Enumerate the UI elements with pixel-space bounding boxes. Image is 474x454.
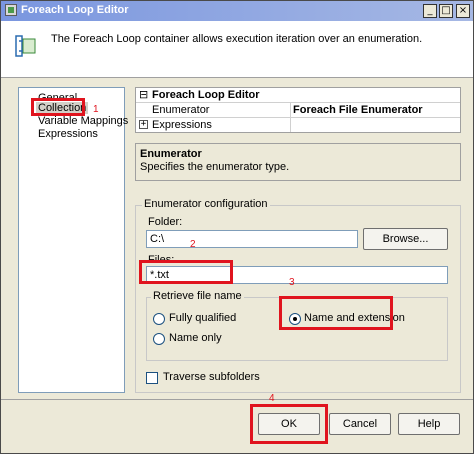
name-only-radio[interactable] xyxy=(153,333,165,345)
grid-section-header[interactable]: ⊟ Foreach Loop Editor xyxy=(136,88,460,102)
nav-item-variable-mappings[interactable]: Variable Mappings xyxy=(38,115,128,127)
foreach-loop-icon xyxy=(15,35,36,57)
traverse-subfolders-checkbox[interactable] xyxy=(146,372,158,384)
enumerator-property-value[interactable]: Foreach File Enumerator xyxy=(293,104,423,116)
page-nav-list: General Collection Variable Mappings Exp… xyxy=(18,87,128,393)
button-bar-divider xyxy=(1,399,473,400)
grid-row-expressions[interactable]: + Expressions xyxy=(136,118,460,132)
annotation-box-ok xyxy=(250,404,328,444)
expand-icon[interactable]: + xyxy=(139,120,148,129)
property-grid: ⊟ Foreach Loop Editor Enumerator Foreach… xyxy=(135,87,461,133)
expressions-property-label: Expressions xyxy=(152,119,212,131)
header-band: The Foreach Loop container allows execut… xyxy=(1,21,473,78)
annotation-box-name-and-extension xyxy=(279,296,393,330)
help-button[interactable]: Help xyxy=(398,413,460,435)
foreach-loop-editor-window: Foreach Loop Editor _ □ × The Foreach Lo… xyxy=(0,0,474,454)
collapse-icon[interactable]: ⊟ xyxy=(139,88,148,101)
window-title: Foreach Loop Editor xyxy=(21,4,129,16)
header-description: The Foreach Loop container allows execut… xyxy=(51,33,423,45)
close-button[interactable]: × xyxy=(456,4,470,18)
minimize-button[interactable]: _ xyxy=(423,4,437,18)
annotation-number-1: 1 xyxy=(93,104,99,115)
grid-row-enumerator[interactable]: Enumerator Foreach File Enumerator xyxy=(136,103,460,117)
description-title: Enumerator xyxy=(140,148,202,160)
annotation-box-collection xyxy=(31,98,85,116)
annotation-number-2: 2 xyxy=(190,239,196,250)
fully-qualified-radio[interactable] xyxy=(153,313,165,325)
traverse-subfolders-label[interactable]: Traverse subfolders xyxy=(163,371,260,383)
name-only-label[interactable]: Name only xyxy=(169,332,222,344)
content-pane: ⊟ Foreach Loop Editor Enumerator Foreach… xyxy=(135,87,461,393)
description-text: Specifies the enumerator type. xyxy=(140,161,290,173)
nav-item-expressions[interactable]: Expressions xyxy=(38,128,98,140)
maximize-button[interactable]: □ xyxy=(439,4,453,18)
enumerator-property-label: Enumerator xyxy=(152,104,210,116)
grid-section-title: Foreach Loop Editor xyxy=(152,89,260,101)
cancel-button[interactable]: Cancel xyxy=(329,413,391,435)
title-bar[interactable]: Foreach Loop Editor _ □ × xyxy=(1,1,473,21)
grid-column-separator xyxy=(290,102,291,132)
annotation-number-4: 4 xyxy=(269,393,275,404)
folder-label: Folder: xyxy=(148,216,183,228)
folder-input[interactable]: C:\ xyxy=(146,230,358,248)
retrieve-file-name-title: Retrieve file name xyxy=(151,290,244,302)
fully-qualified-label[interactable]: Fully qualified xyxy=(169,312,236,324)
browse-button[interactable]: Browse... xyxy=(363,228,448,250)
annotation-number-3: 3 xyxy=(289,277,295,288)
annotation-box-files xyxy=(139,260,233,284)
property-description-panel: Enumerator Specifies the enumerator type… xyxy=(135,143,461,181)
window-app-icon xyxy=(5,4,17,16)
enumerator-configuration-title: Enumerator configuration xyxy=(142,198,270,210)
